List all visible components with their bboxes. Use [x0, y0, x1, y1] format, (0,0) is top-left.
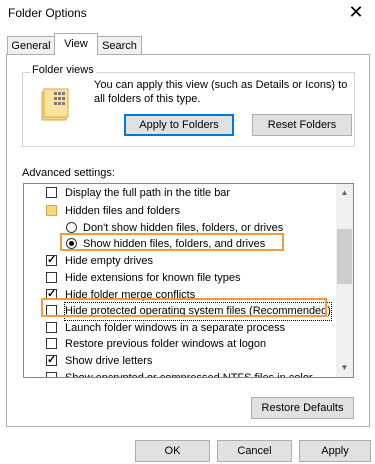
list-item-label: Hide extensions for known file types [65, 272, 241, 284]
folder-icon [46, 205, 57, 216]
scrollbar-thumb[interactable] [337, 229, 352, 284]
folder-view-icon [40, 86, 70, 122]
scroll-down-icon[interactable]: ▼ [336, 361, 353, 375]
checkbox[interactable] [46, 272, 57, 283]
apply-to-folders-button[interactable]: Apply to Folders [124, 114, 234, 136]
cancel-button[interactable]: Cancel [217, 440, 292, 462]
folder-views-description-2: all folders of this type. [94, 93, 201, 105]
reset-folders-button[interactable]: Reset Folders [252, 114, 352, 136]
folder-views-description-1: You can apply this view (such as Details… [94, 79, 348, 91]
ok-button[interactable]: OK [135, 440, 210, 462]
list-item-label: Display the full path in the title bar [65, 187, 231, 199]
list-item-label: Show encrypted or compressed NTFS files … [65, 372, 313, 378]
highlight-hide-protected [41, 298, 327, 317]
list-item-restore-previous-windows[interactable]: Restore previous folder windows at logon [24, 336, 336, 353]
radio-button[interactable] [66, 222, 77, 233]
list-item-label: Show drive letters [65, 355, 153, 367]
list-item-hide-empty-drives[interactable]: Hide empty drives [24, 252, 336, 270]
list-item-show-drive-letters[interactable]: Show drive letters [24, 352, 336, 370]
tab-general[interactable]: General [7, 36, 55, 55]
checkbox[interactable] [46, 187, 57, 198]
checkbox[interactable] [46, 372, 57, 377]
vertical-scrollbar[interactable]: ▲ ▼ [336, 184, 353, 377]
tab-search[interactable]: Search [97, 36, 142, 55]
checkbox[interactable] [46, 252, 57, 269]
advanced-settings-label: Advanced settings: [22, 167, 115, 179]
apply-button[interactable]: Apply [299, 440, 371, 462]
list-item-label: Hidden files and folders [65, 205, 180, 217]
close-icon[interactable]: ✕ [345, 2, 367, 22]
list-item-label: Launch folder windows in a separate proc… [65, 322, 286, 334]
list-item-label: Restore previous folder windows at logon [65, 338, 267, 350]
checkbox[interactable] [46, 352, 57, 369]
checkbox[interactable] [46, 322, 57, 333]
checkbox[interactable] [46, 338, 57, 349]
list-item-show-encrypted-color[interactable]: Show encrypted or compressed NTFS files … [24, 370, 336, 378]
list-item-label: Hide empty drives [65, 255, 154, 267]
restore-defaults-button[interactable]: Restore Defaults [251, 397, 354, 419]
window-title: Folder Options [8, 6, 87, 20]
scroll-up-icon[interactable]: ▲ [336, 186, 353, 200]
title-bar: Folder Options ✕ [0, 0, 375, 28]
list-item-hide-extensions[interactable]: Hide extensions for known file types [24, 270, 336, 287]
list-item-launch-separate-process[interactable]: Launch folder windows in a separate proc… [24, 320, 336, 337]
tab-view[interactable]: View [54, 33, 98, 55]
folder-views-legend: Folder views [30, 64, 96, 76]
advanced-settings-list: Display the full path in the title bar H… [23, 183, 354, 378]
list-item-hidden-files-folder: Hidden files and folders [24, 203, 336, 220]
list-item-full-path[interactable]: Display the full path in the title bar [24, 185, 336, 202]
highlight-show-hidden [60, 233, 284, 251]
